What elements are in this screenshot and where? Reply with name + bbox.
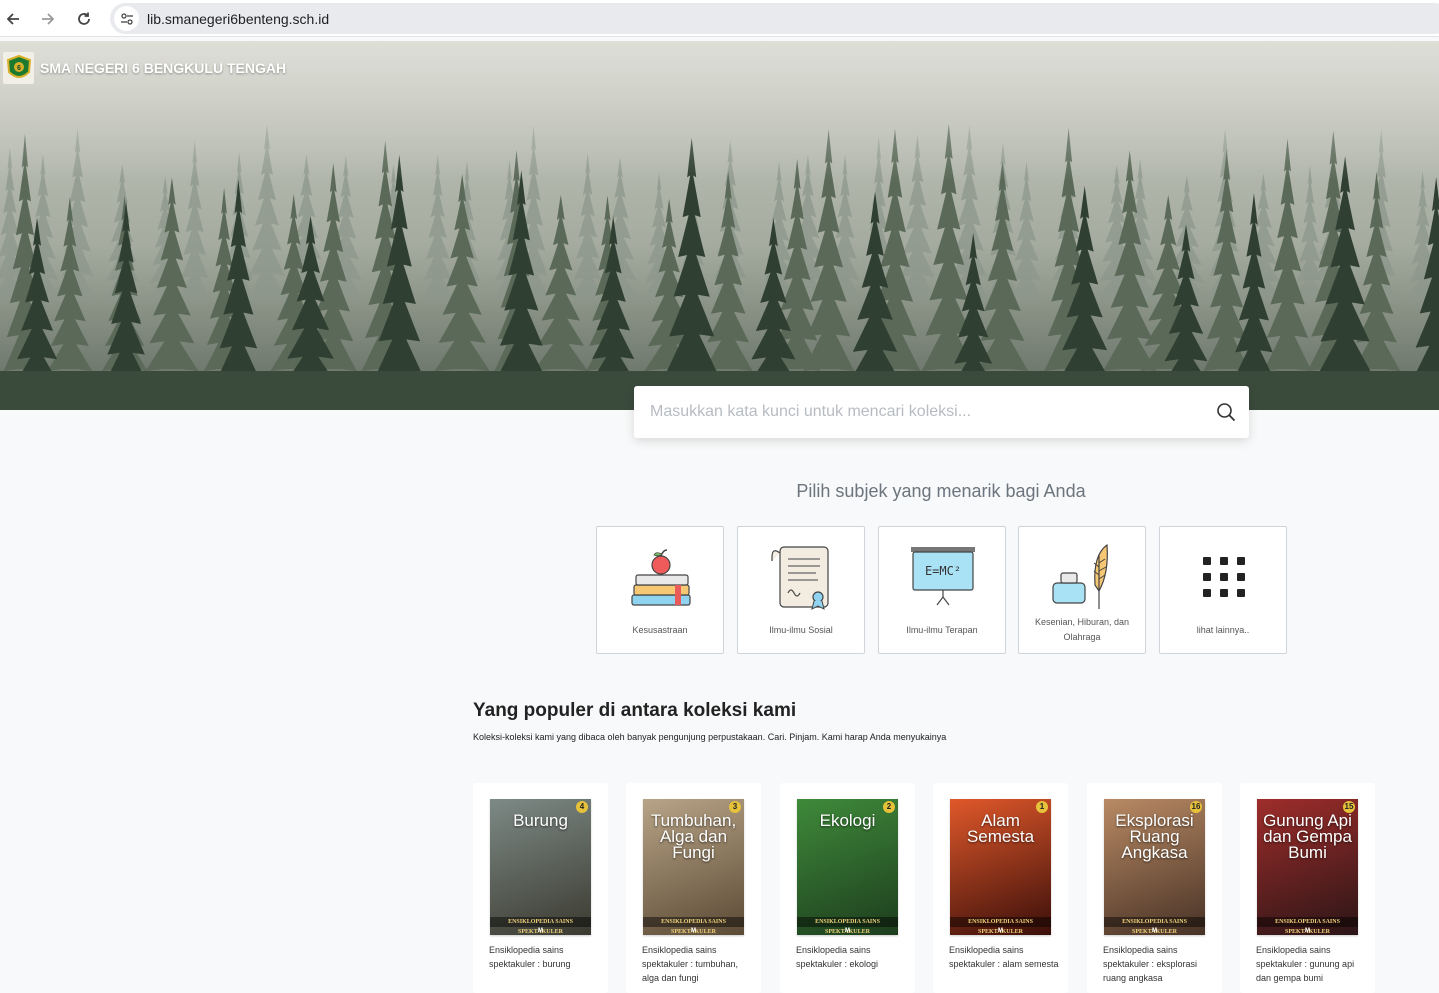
book-cover[interactable]: Burung 4 ENSIKLOPEDIA SAINS SPEKTAKULER M: [490, 799, 591, 935]
book-card[interactable]: Burung 4 ENSIKLOPEDIA SAINS SPEKTAKULER M En…: [473, 783, 608, 993]
forward-arrow-icon[interactable]: [36, 7, 60, 31]
book-title[interactable]: Ensiklopedia sains spektakuler : gunung …: [1256, 943, 1368, 985]
book-cover-title: Gunung Api dan Gempa Bumi: [1263, 811, 1352, 862]
book-title[interactable]: Ensiklopedia sains spektakuler : alam se…: [949, 943, 1061, 971]
svg-text:6: 6: [17, 65, 21, 72]
publisher-mark: M: [845, 928, 850, 934]
book-cover-title: Alam Semesta: [966, 811, 1035, 846]
book-cover[interactable]: Gunung Api dan Gempa Bumi 15 ENSIKLOPEDIA …: [1257, 799, 1358, 935]
subject-label: lihat lainnya..: [1196, 625, 1250, 635]
book-card[interactable]: Gunung Api dan Gempa Bumi 15 ENSIKLOPEDIA …: [1240, 783, 1375, 993]
book-number-badge: 3: [729, 801, 741, 813]
address-bar[interactable]: lib.smanegeri6benteng.sch.id: [110, 3, 1439, 34]
book-title[interactable]: Ensiklopedia sains spektakuler : ekologi: [796, 943, 908, 971]
series-label: ENSIKLOPEDIA SAINS SPEKTAKULER: [643, 917, 744, 935]
hero-banner: [0, 41, 1439, 410]
book-cover[interactable]: Eksplorasi Ruang Angkasa 16 ENSIKLOPEDIA S…: [1104, 799, 1205, 935]
popular-subtitle: Koleksi-koleksi kami yang dibaca oleh ba…: [473, 732, 947, 742]
scroll-certificate-icon: [771, 546, 829, 610]
subject-label: Ilmu-ilmu Terapan: [906, 625, 978, 635]
subject-card-kesusastraan[interactable]: Kesusastraan: [596, 526, 724, 654]
book-cover-title: Burung: [513, 811, 568, 830]
book-card[interactable]: Eksplorasi Ruang Angkasa 16 ENSIKLOPEDIA S…: [1087, 783, 1222, 993]
book-card[interactable]: Ekologi 2 ENSIKLOPEDIA SAINS SPEKTAKULER M E…: [780, 783, 915, 993]
series-label: ENSIKLOPEDIA SAINS SPEKTAKULER: [797, 917, 898, 935]
formula-text: E=MC²: [925, 564, 961, 578]
book-cover[interactable]: Alam Semesta 1 ENSIKLOPEDIA SAINS SPEKTAKU…: [950, 799, 1051, 935]
reload-icon[interactable]: [72, 7, 96, 31]
brand[interactable]: 6 SMA NEGERI 6 BENGKULU TENGAH: [3, 52, 286, 84]
series-label: ENSIKLOPEDIA SAINS SPEKTAKULER: [490, 917, 591, 935]
brand-name[interactable]: SMA NEGERI 6 BENGKULU TENGAH: [40, 60, 286, 76]
publisher-mark: M: [538, 928, 543, 934]
book-number-badge: 2: [883, 801, 895, 813]
subject-card-ilmu-terapan[interactable]: E=MC² Ilmu-ilmu Terapan: [878, 526, 1006, 654]
ink-feather-icon: [1052, 543, 1108, 609]
book-card[interactable]: Tumbuhan, Alga dan Fungi 3 ENSIKLOPEDIA SA…: [626, 783, 761, 993]
search-icon[interactable]: [1216, 402, 1236, 422]
book-cover-title: Ekologi: [819, 811, 876, 830]
subject-card-kesenian[interactable]: Kesenian, Hiburan, dan Olahraga: [1018, 526, 1146, 654]
books-apple-icon: [631, 549, 691, 606]
publisher-mark: M: [1305, 928, 1310, 934]
blackboard-formula-icon: E=MC²: [911, 547, 975, 606]
subject-card-lihat-lainnya[interactable]: lihat lainnya..: [1159, 526, 1287, 654]
back-arrow-icon[interactable]: [1, 7, 25, 31]
book-title[interactable]: Ensiklopedia sains spektakuler : eksplor…: [1103, 943, 1215, 985]
series-label: ENSIKLOPEDIA SAINS SPEKTAKULER: [950, 917, 1051, 935]
book-number-badge: 15: [1343, 801, 1355, 813]
book-cover[interactable]: Tumbuhan, Alga dan Fungi 3 ENSIKLOPEDIA SA…: [643, 799, 744, 935]
grid-dots-icon: [1203, 557, 1245, 597]
publisher-mark: M: [998, 928, 1003, 934]
url-text[interactable]: lib.smanegeri6benteng.sch.id: [147, 11, 329, 27]
popular-title: Yang populer di antara koleksi kami: [473, 700, 797, 721]
book-cover-title: Tumbuhan, Alga dan Fungi: [650, 811, 737, 862]
book-card[interactable]: Alam Semesta 1 ENSIKLOPEDIA SAINS SPEKTAKU…: [933, 783, 1068, 993]
site-info-icon[interactable]: [114, 6, 139, 31]
subject-label: Kesusastraan: [632, 625, 688, 635]
browser-toolbar: lib.smanegeri6benteng.sch.id: [0, 0, 1439, 37]
subject-label: Ilmu-ilmu Sosial: [769, 625, 833, 635]
book-number-badge: 1: [1036, 801, 1048, 813]
subject-label: Kesenian, Hiburan, dan Olahraga: [1034, 617, 1130, 642]
search-input[interactable]: [650, 398, 1190, 426]
book-number-badge: 16: [1190, 801, 1202, 813]
series-label: ENSIKLOPEDIA SAINS SPEKTAKULER: [1104, 917, 1205, 935]
subject-card-ilmu-sosial[interactable]: Ilmu-ilmu Sosial: [737, 526, 865, 654]
search-bar: [634, 386, 1249, 438]
subject-heading: Pilih subjek yang menarik bagi Anda: [796, 481, 1086, 501]
publisher-mark: M: [1152, 928, 1157, 934]
book-cover[interactable]: Ekologi 2 ENSIKLOPEDIA SAINS SPEKTAKULER M: [797, 799, 898, 935]
book-title[interactable]: Ensiklopedia sains spektakuler : burung: [489, 943, 601, 971]
school-logo-icon: 6: [3, 52, 34, 84]
book-title[interactable]: Ensiklopedia sains spektakuler : tumbuha…: [642, 943, 754, 985]
publisher-mark: M: [691, 928, 696, 934]
series-label: ENSIKLOPEDIA SAINS SPEKTAKULER: [1257, 917, 1358, 935]
book-cover-title: Eksplorasi Ruang Angkasa: [1115, 811, 1194, 862]
book-number-badge: 4: [576, 801, 588, 813]
